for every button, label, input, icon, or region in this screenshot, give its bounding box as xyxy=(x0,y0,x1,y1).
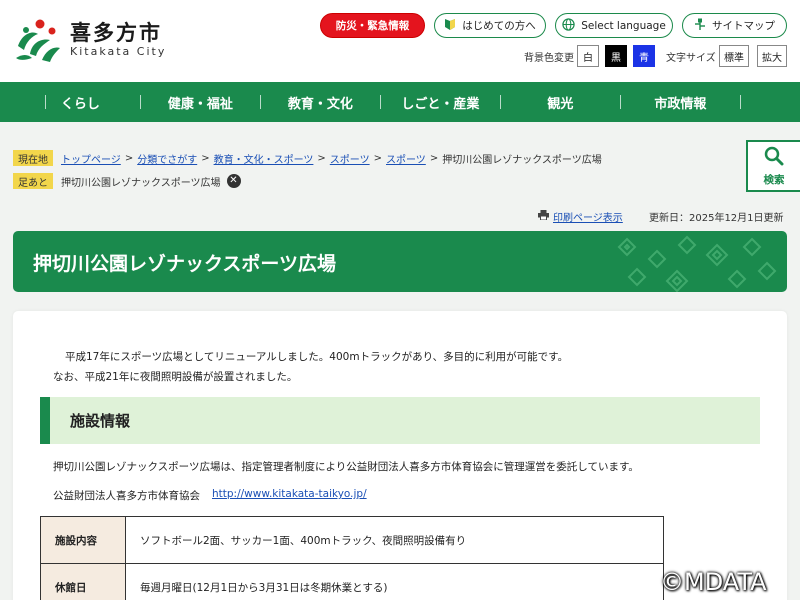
nav-item-education[interactable]: 教育・文化 xyxy=(260,82,380,122)
font-standard-button[interactable]: 標準 xyxy=(719,45,749,67)
page-title: 押切川公園レゾナックスポーツ広場 xyxy=(33,253,337,275)
sitemap-button[interactable]: サイトマップ xyxy=(682,13,787,38)
breadcrumb-separator: > xyxy=(429,152,439,164)
table-cell: ソフトボール2面、サッカー1面、400mトラック、夜間照明設備有り xyxy=(125,516,664,564)
nav-item-label: 市政情報 xyxy=(654,96,707,112)
table-row: 施設内容 ソフトボール2面、サッカー1面、400mトラック、夜間照明設備有り xyxy=(40,516,664,564)
logo-subtitle: Kitakata City xyxy=(70,45,167,58)
first-visit-label: はじめての方へ xyxy=(462,20,536,32)
main-content: 平成17年にスポーツ広場としてリニューアルしました。400mトラックがあり、多目… xyxy=(13,311,787,600)
search-button[interactable]: 検索 xyxy=(746,140,800,192)
organization-row: 公益財団法人喜多方市体育協会 http://www.kitakata-taiky… xyxy=(53,488,367,503)
print-page-label: 印刷ページ表示 xyxy=(553,213,623,224)
bg-white-button[interactable]: 白 xyxy=(577,45,599,67)
breadcrumb-link-category[interactable]: 分類でさがす xyxy=(137,151,197,166)
table-header-cell: 施設内容 xyxy=(40,516,126,564)
nav-item-label: 健康・福祉 xyxy=(167,96,233,112)
management-text: 押切川公園レゾナックスポーツ広場は、指定管理者制度により公益財団法人喜多方市体育… xyxy=(53,461,639,473)
section-heading-facility: 施設情報 xyxy=(40,397,760,444)
breadcrumb-link-sports-sub[interactable]: スポーツ xyxy=(386,151,426,166)
breadcrumb-link-education[interactable]: 教育・文化・スポーツ xyxy=(214,151,314,166)
printer-icon xyxy=(538,210,549,223)
nav-spacer-end xyxy=(740,82,800,122)
globe-icon xyxy=(562,17,575,34)
font-size-label: 文字サイズ xyxy=(666,52,716,64)
close-icon[interactable]: ✕ xyxy=(226,174,241,188)
first-visit-button[interactable]: はじめての方へ xyxy=(434,13,546,38)
intro-paragraph-2: なお、平成21年に夜間照明設備が設置されました。 xyxy=(53,371,298,383)
facility-info-table: 施設内容 ソフトボール2面、サッカー1面、400mトラック、夜間照明設備有り 休… xyxy=(40,516,664,600)
breadcrumb-separator: > xyxy=(317,152,326,164)
intro-text: 平成17年にスポーツ広場としてリニューアルしました。400mトラックがあり、多目… xyxy=(53,347,568,387)
breadcrumb-link-top[interactable]: トップページ xyxy=(61,151,121,166)
table-header-cell: 休館日 xyxy=(40,563,126,600)
nav-item-label: しごと・産業 xyxy=(401,96,480,112)
history-tag: 足あと xyxy=(13,173,53,189)
bg-blue-button[interactable]: 青 xyxy=(633,45,655,67)
page-title-bar: 押切川公園レゾナックスポーツ広場 xyxy=(13,231,787,292)
watermark: ©MDATA xyxy=(660,568,767,596)
updated-date: 更新日：2025年12月1日更新 xyxy=(649,213,784,224)
breadcrumb-separator: > xyxy=(201,152,210,164)
nav-item-work[interactable]: しごと・産業 xyxy=(380,82,500,122)
breadcrumb: 現在地 トップページ > 分類でさがす > 教育・文化・スポーツ > スポーツ … xyxy=(13,148,602,194)
current-location-tag: 現在地 xyxy=(13,150,53,166)
search-icon xyxy=(764,146,784,170)
search-label: 検索 xyxy=(763,173,785,186)
logo-title: 喜多方市 xyxy=(70,21,162,45)
table-cell: 毎週月曜日(12月1日から3月31日は冬期休業とする) xyxy=(125,563,664,600)
nav-item-label: くらし xyxy=(60,96,100,112)
organization-url-link[interactable]: http://www.kitakata-taikyo.jp/ xyxy=(212,488,367,503)
city-emblem-icon xyxy=(12,16,64,64)
breadcrumb-separator: > xyxy=(124,152,134,164)
print-page-link[interactable]: 印刷ページ表示 xyxy=(538,209,623,224)
nav-item-tourism[interactable]: 観光 xyxy=(500,82,620,122)
intro-paragraph-1: 平成17年にスポーツ広場としてリニューアルしました。400mトラックがあり、多目… xyxy=(65,351,569,363)
nav-item-label: 観光 xyxy=(547,96,574,112)
nav-item-city-admin[interactable]: 市政情報 xyxy=(620,82,740,122)
global-nav: くらし 健康・福祉 教育・文化 しごと・産業 観光 市政情報 xyxy=(0,82,800,122)
bg-color-label: 背景色変更 xyxy=(524,52,574,64)
select-language-label: Select language xyxy=(581,19,666,32)
sitemap-label: サイトマップ xyxy=(712,20,775,32)
beginner-icon xyxy=(444,18,456,34)
nav-spacer xyxy=(0,82,46,122)
bg-black-button[interactable]: 黒 xyxy=(605,45,627,67)
disaster-info-label: 防災・緊急情報 xyxy=(335,20,410,32)
select-language-button[interactable]: Select language xyxy=(555,13,673,38)
decorative-pattern-icon xyxy=(617,235,777,292)
history-item-link[interactable]: 押切川公園レゾナックスポーツ広場 xyxy=(61,174,221,189)
disaster-info-button[interactable]: 防災・緊急情報 xyxy=(320,13,425,38)
table-row: 休館日 毎週月曜日(12月1日から3月31日は冬期休業とする) xyxy=(40,563,664,600)
site-logo[interactable]: 喜多方市 Kitakata City xyxy=(12,16,166,64)
nav-item-health[interactable]: 健康・福祉 xyxy=(140,82,260,122)
breadcrumb-current: 押切川公園レゾナックスポーツ広場 xyxy=(442,154,602,166)
breadcrumb-link-sports[interactable]: スポーツ xyxy=(330,151,370,166)
site-header: 喜多方市 Kitakata City 防災・緊急情報 はじめての方へ Selec… xyxy=(0,0,800,82)
nav-item-label: 教育・文化 xyxy=(287,96,353,112)
organization-name: 公益財団法人喜多方市体育協会 xyxy=(53,490,200,502)
font-large-button[interactable]: 拡大 xyxy=(757,45,787,67)
breadcrumb-separator: > xyxy=(373,152,382,164)
nav-item-kurashi[interactable]: くらし xyxy=(20,82,140,122)
sitemap-icon xyxy=(694,18,706,34)
